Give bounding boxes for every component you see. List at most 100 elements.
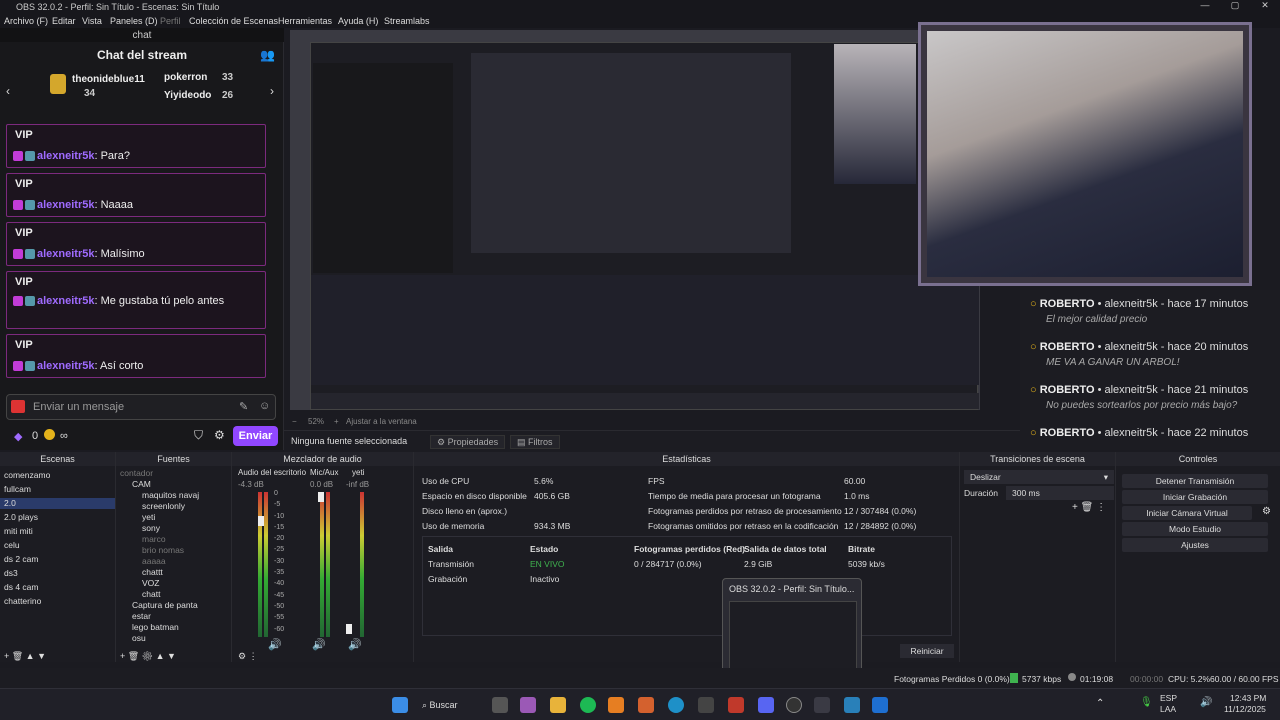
chevron-up-icon[interactable]: ⌃ xyxy=(1096,698,1104,709)
scene-item[interactable]: chatterino xyxy=(0,596,115,607)
transition-select[interactable]: Deslizar ▾ xyxy=(964,470,1114,484)
speaker-icon[interactable]: 🔊 xyxy=(348,638,362,651)
start-recording-button[interactable]: Iniciar Grabación xyxy=(1122,490,1268,504)
chat-username[interactable]: alexneitr5k xyxy=(37,295,94,307)
reset-button[interactable]: Reiniciar xyxy=(900,644,954,658)
notepad-icon[interactable] xyxy=(872,697,888,713)
magic-icon[interactable]: ✎ xyxy=(239,400,248,413)
source-item[interactable]: CAM xyxy=(116,479,231,490)
capcut-icon[interactable] xyxy=(728,697,744,713)
scene-item[interactable]: ds 4 cam xyxy=(0,582,115,593)
folder-icon[interactable] xyxy=(550,697,566,713)
source-item[interactable]: aaaaa xyxy=(116,556,231,567)
source-item[interactable]: marco xyxy=(116,534,231,545)
taskbar-preview-popup[interactable]: OBS 32.0.2 - Perfil: Sin Título... xyxy=(722,578,862,674)
menu-herramientas[interactable]: Herramientas xyxy=(278,16,332,26)
speaker-icon[interactable]: 🔊 xyxy=(268,638,282,651)
chat-input[interactable]: Enviar un mensaje ✎ ☺ xyxy=(6,394,276,420)
menu-perfil[interactable]: Perfil xyxy=(160,16,181,26)
studio-mode-button[interactable]: Modo Estudio xyxy=(1122,522,1268,536)
clock-time[interactable]: 12:43 PM xyxy=(1230,693,1266,703)
copilot-icon[interactable] xyxy=(520,697,536,713)
add-source-icon[interactable]: + 🗑 ⚙ ▲ ▼ xyxy=(120,651,176,662)
chevron-right-icon[interactable]: › xyxy=(270,84,274,98)
scene-item[interactable]: celu xyxy=(0,540,115,551)
chat-username[interactable]: alexneitr5k xyxy=(37,248,94,260)
gear-icon[interactable]: ⚙ xyxy=(1262,506,1271,517)
mic-icon[interactable]: 🎙 xyxy=(1140,697,1153,708)
chevron-left-icon[interactable]: ‹ xyxy=(6,84,10,98)
maximize-icon[interactable]: ▢ xyxy=(1220,0,1250,14)
blender-icon[interactable] xyxy=(608,697,624,713)
scene-item[interactable]: ds3 xyxy=(0,568,115,579)
source-item[interactable]: VOZ xyxy=(116,578,231,589)
zoom-out-icon[interactable]: − xyxy=(292,417,297,426)
menu-paneles[interactable]: Paneles (D) xyxy=(110,16,158,26)
spotify-icon[interactable] xyxy=(580,697,596,713)
add-transition-icon[interactable]: + 🗑 ⋮ xyxy=(1072,502,1106,513)
source-item[interactable]: Captura de panta xyxy=(116,600,231,611)
smiley-icon[interactable]: ☺ xyxy=(259,400,270,412)
filters-button[interactable]: ▤ Filtros xyxy=(510,435,560,449)
edge-icon[interactable] xyxy=(668,697,684,713)
source-item[interactable]: contador xyxy=(116,468,231,479)
chat-username[interactable]: alexneitr5k xyxy=(37,150,94,162)
volume-slider[interactable] xyxy=(346,624,352,634)
emote-icon[interactable] xyxy=(11,400,25,413)
properties-button[interactable]: ⚙ Propiedades xyxy=(430,435,506,449)
firefox-icon[interactable] xyxy=(638,697,654,713)
menu-editar[interactable]: Editar xyxy=(52,16,76,26)
scene-item[interactable]: miti miti xyxy=(0,526,115,537)
lang-indicator-2[interactable]: LAA xyxy=(1160,704,1176,714)
obs-icon[interactable] xyxy=(786,697,802,713)
scene-item[interactable]: 2.0 xyxy=(0,498,115,509)
source-item[interactable]: maquitos navaj xyxy=(116,490,231,501)
app-icon[interactable] xyxy=(814,697,830,713)
discord-icon[interactable] xyxy=(758,697,774,713)
lang-indicator[interactable]: ESP xyxy=(1160,693,1177,703)
scene-item[interactable]: comenzamo xyxy=(0,470,115,481)
volume-slider[interactable] xyxy=(318,492,324,502)
source-item[interactable]: sony xyxy=(116,523,231,534)
source-item[interactable]: osu xyxy=(116,633,231,644)
users-icon[interactable]: 👥 xyxy=(260,48,275,62)
volume-slider[interactable] xyxy=(258,516,264,526)
source-item[interactable]: screenlonly xyxy=(116,501,231,512)
menu-coleccion[interactable]: Colección de Escenas xyxy=(189,16,278,26)
menu-archivo[interactable]: Archivo (F) xyxy=(4,16,48,26)
search-button[interactable]: ⌕ Buscar xyxy=(422,697,482,713)
close-icon[interactable]: ✕ xyxy=(1250,0,1280,14)
scene-item[interactable]: ds 2 cam xyxy=(0,554,115,565)
source-item[interactable]: brio nomas xyxy=(116,545,231,556)
source-item[interactable]: estar xyxy=(116,611,231,622)
scene-item[interactable]: fullcam xyxy=(0,484,115,495)
source-item[interactable]: chatt xyxy=(116,589,231,600)
bits-icon[interactable]: ◆ xyxy=(14,430,22,443)
fit-window-button[interactable]: Ajustar a la ventana xyxy=(346,417,417,426)
menu-ayuda[interactable]: Ayuda (H) xyxy=(338,16,378,26)
source-item[interactable]: yeti xyxy=(116,512,231,523)
menu-streamlabs[interactable]: Streamlabs xyxy=(384,16,430,26)
source-item[interactable]: lego batman xyxy=(116,622,231,633)
windows-start-icon[interactable] xyxy=(392,697,408,713)
settings-icon[interactable] xyxy=(698,697,714,713)
menu-vista[interactable]: Vista xyxy=(82,16,102,26)
source-item[interactable]: chattt xyxy=(116,567,231,578)
zoom-in-icon[interactable]: + xyxy=(334,417,339,426)
stop-stream-button[interactable]: Detener Transmisión xyxy=(1122,474,1268,488)
send-button[interactable]: Enviar xyxy=(233,426,278,446)
task-view-icon[interactable] xyxy=(492,697,508,713)
chat-username[interactable]: alexneitr5k xyxy=(37,199,94,211)
chat-username[interactable]: alexneitr5k xyxy=(37,360,94,372)
clock-date[interactable]: 11/12/2025 xyxy=(1224,704,1266,714)
shield-icon[interactable]: ⛉ xyxy=(194,428,203,443)
webcam-source[interactable] xyxy=(918,22,1252,286)
add-scene-icon[interactable]: + 🗑 ▲ ▼ xyxy=(4,651,46,662)
mixer-settings-icon[interactable]: ⚙ ⋮ xyxy=(238,651,258,662)
speaker-icon[interactable]: 🔊 xyxy=(312,638,326,651)
app-icon[interactable] xyxy=(844,697,860,713)
scene-item[interactable]: 2.0 plays xyxy=(0,512,115,523)
minimize-icon[interactable]: — xyxy=(1190,0,1220,14)
channel-points-icon[interactable] xyxy=(44,429,55,440)
settings-button[interactable]: Ajustes xyxy=(1122,538,1268,552)
